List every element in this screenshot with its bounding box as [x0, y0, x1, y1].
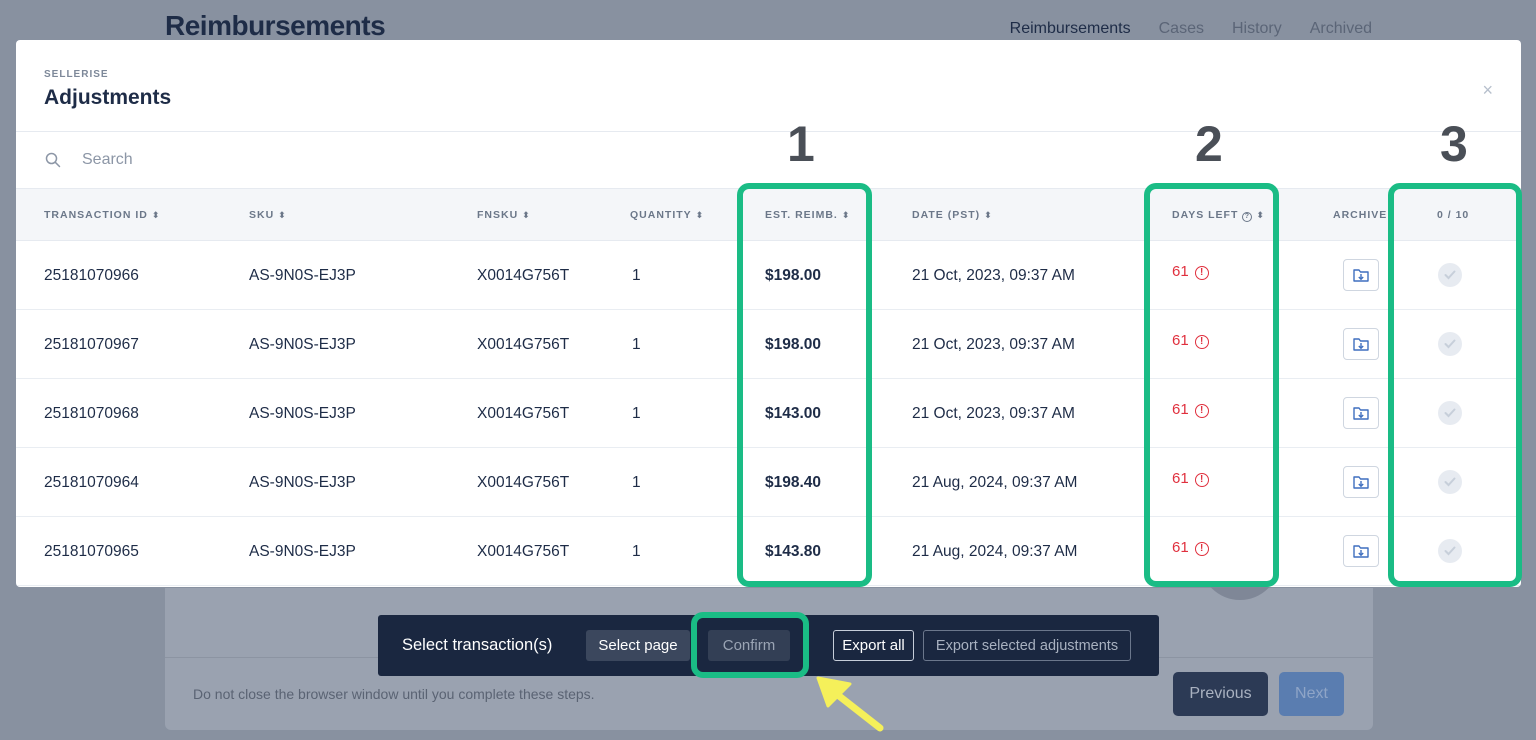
sort-icon: ⬍: [984, 210, 993, 220]
cell-quantity: 1: [632, 474, 641, 491]
annotation-number-1: 1: [787, 116, 815, 172]
sort-icon: ⬍: [695, 210, 705, 220]
cell-transaction-id: 25181070968: [44, 405, 139, 422]
cell-sku: AS-9N0S-EJ3P: [249, 336, 356, 353]
cell-date: 21 Oct, 2023, 09:37 AM: [912, 405, 1075, 422]
archive-icon: [1353, 407, 1369, 420]
archive-icon: [1353, 269, 1369, 282]
top-nav: Reimbursements Cases History Archived: [1010, 20, 1372, 38]
col-archive: ARCHIVE: [1333, 209, 1388, 221]
archive-button[interactable]: [1343, 466, 1379, 498]
sort-icon: ⬍: [151, 210, 161, 220]
cell-date: 21 Aug, 2024, 09:37 AM: [912, 474, 1078, 491]
cell-sku: AS-9N0S-EJ3P: [249, 405, 356, 422]
nav-tab-reimbursements[interactable]: Reimbursements: [1010, 20, 1131, 38]
cell-fnsku: X0014G756T: [477, 336, 570, 353]
archive-button[interactable]: [1343, 535, 1379, 567]
highlight-confirm-button: [691, 612, 809, 678]
cell-quantity: 1: [632, 543, 641, 560]
search-row: [16, 132, 1521, 188]
close-icon[interactable]: ×: [1482, 80, 1493, 101]
col-sku[interactable]: SKU ⬍: [249, 209, 287, 221]
cell-sku: AS-9N0S-EJ3P: [249, 543, 356, 560]
highlight-est-reimb: [737, 183, 872, 587]
archive-button[interactable]: [1343, 397, 1379, 429]
cell-quantity: 1: [632, 267, 641, 284]
archive-icon: [1353, 338, 1369, 351]
cell-transaction-id: 25181070964: [44, 474, 139, 491]
nav-tab-history[interactable]: History: [1232, 20, 1282, 38]
cell-quantity: 1: [632, 336, 641, 353]
footer-note: Do not close the browser window until yo…: [193, 686, 595, 702]
cell-transaction-id: 25181070966: [44, 267, 139, 284]
modal-brand: SELLERISE: [44, 69, 109, 80]
select-page-button[interactable]: Select page: [586, 630, 690, 661]
cell-fnsku: X0014G756T: [477, 474, 570, 491]
cell-fnsku: X0014G756T: [477, 543, 570, 560]
cell-sku: AS-9N0S-EJ3P: [249, 474, 356, 491]
archive-icon: [1353, 476, 1369, 489]
arrow-icon: [816, 676, 884, 732]
modal-title: Adjustments: [44, 86, 172, 109]
cell-transaction-id: 25181070965: [44, 543, 139, 560]
highlight-days-left: [1144, 183, 1279, 587]
sort-icon: ⬍: [278, 210, 287, 220]
archive-icon: [1353, 545, 1369, 558]
search-input[interactable]: [82, 146, 482, 174]
sort-icon: ⬍: [522, 210, 531, 220]
page-title: Reimbursements: [165, 10, 386, 41]
cell-quantity: 1: [632, 405, 641, 422]
nav-tab-archived[interactable]: Archived: [1310, 20, 1372, 38]
annotation-number-2: 2: [1195, 116, 1223, 172]
cell-transaction-id: 25181070967: [44, 336, 139, 353]
col-quantity[interactable]: QUANTITY ⬍: [630, 209, 704, 221]
cell-date: 21 Oct, 2023, 09:37 AM: [912, 267, 1075, 284]
action-bar-label: Select transaction(s): [402, 636, 553, 654]
cell-fnsku: X0014G756T: [477, 405, 570, 422]
export-selected-button[interactable]: Export selected adjustments: [923, 630, 1131, 661]
cell-sku: AS-9N0S-EJ3P: [249, 267, 356, 284]
annotation-number-3: 3: [1440, 116, 1468, 172]
archive-button[interactable]: [1343, 328, 1379, 360]
col-fnsku[interactable]: FNSKU ⬍: [477, 209, 531, 221]
col-transaction-id[interactable]: TRANSACTION ID ⬍: [44, 209, 160, 221]
cell-date: 21 Oct, 2023, 09:37 AM: [912, 336, 1075, 353]
previous-button[interactable]: Previous: [1173, 672, 1268, 716]
cell-fnsku: X0014G756T: [477, 267, 570, 284]
highlight-select-column: [1388, 183, 1522, 587]
cell-date: 21 Aug, 2024, 09:37 AM: [912, 543, 1078, 560]
next-button[interactable]: Next: [1279, 672, 1344, 716]
col-date[interactable]: DATE (PST) ⬍: [912, 209, 993, 221]
search-icon: [45, 152, 61, 168]
export-all-button[interactable]: Export all: [833, 630, 914, 661]
nav-tab-cases[interactable]: Cases: [1159, 20, 1204, 38]
archive-button[interactable]: [1343, 259, 1379, 291]
